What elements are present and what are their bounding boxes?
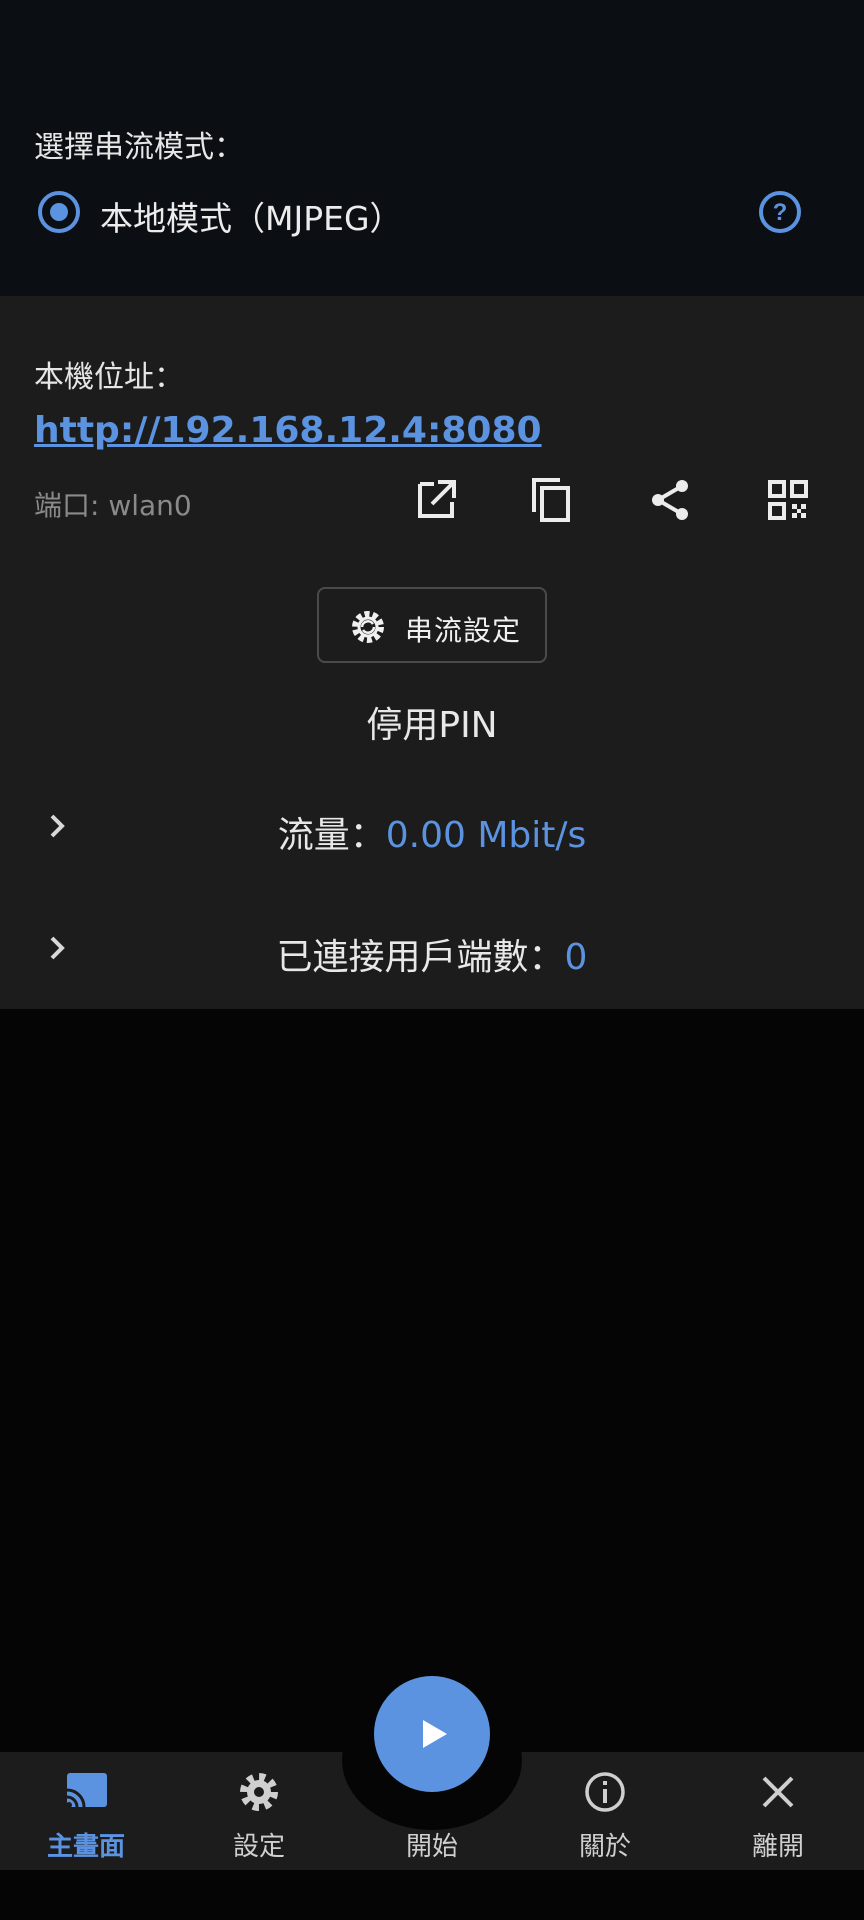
address-label: 本機位址： [34, 360, 184, 395]
nav-home[interactable]: 主畫面 [16, 1752, 156, 1870]
stream-settings-button[interactable]: 串流設定 [317, 587, 547, 663]
share-icon[interactable] [646, 476, 694, 524]
nav-start-label: 開始 [405, 1832, 458, 1862]
help-icon[interactable]: ? [758, 190, 802, 234]
nav-settings-label: 設定 [232, 1832, 285, 1862]
nav-exit-label: 離開 [751, 1832, 804, 1862]
server-url-link[interactable]: http://192.168.12.4:8080 [34, 410, 542, 451]
start-stream-button[interactable] [374, 1676, 490, 1792]
gear-icon [240, 1773, 278, 1811]
pin-status: 停用PIN [366, 705, 498, 746]
interface-label: 端口: wlan0 [34, 489, 192, 522]
cast-icon [66, 1773, 107, 1808]
mode-radio-selected[interactable] [38, 191, 80, 233]
traffic-row[interactable]: 流量：0.00 Mbit/s [0, 806, 864, 858]
traffic-value: 0.00 Mbit/s [385, 815, 587, 856]
clients-value: 0 [564, 937, 588, 978]
nav-about-label: 關於 [578, 1832, 631, 1862]
nav-settings[interactable]: 設定 [189, 1752, 329, 1870]
system-bar-area [0, 1870, 864, 1920]
traffic-label: 流量： [277, 815, 386, 856]
mode-label: 選擇串流模式： [34, 130, 244, 165]
info-icon [585, 1772, 625, 1812]
nav-about[interactable]: 關於 [535, 1752, 675, 1870]
svg-text:?: ? [773, 199, 788, 226]
nav-exit[interactable]: 離開 [708, 1752, 848, 1870]
settings-gear-icon [352, 611, 384, 643]
close-icon [762, 1776, 794, 1808]
open-external-icon[interactable] [412, 476, 460, 524]
qr-code-icon[interactable] [764, 476, 812, 524]
clients-label: 已連接用戶端數： [276, 937, 565, 978]
clients-row[interactable]: 已連接用戶端數：0 [0, 928, 864, 980]
stream-settings-label: 串流設定 [405, 614, 522, 647]
copy-icon[interactable] [528, 476, 576, 524]
play-icon [423, 1720, 447, 1748]
nav-home-label: 主畫面 [46, 1832, 125, 1862]
mode-name[interactable]: 本地模式（MJPEG） [100, 192, 403, 240]
